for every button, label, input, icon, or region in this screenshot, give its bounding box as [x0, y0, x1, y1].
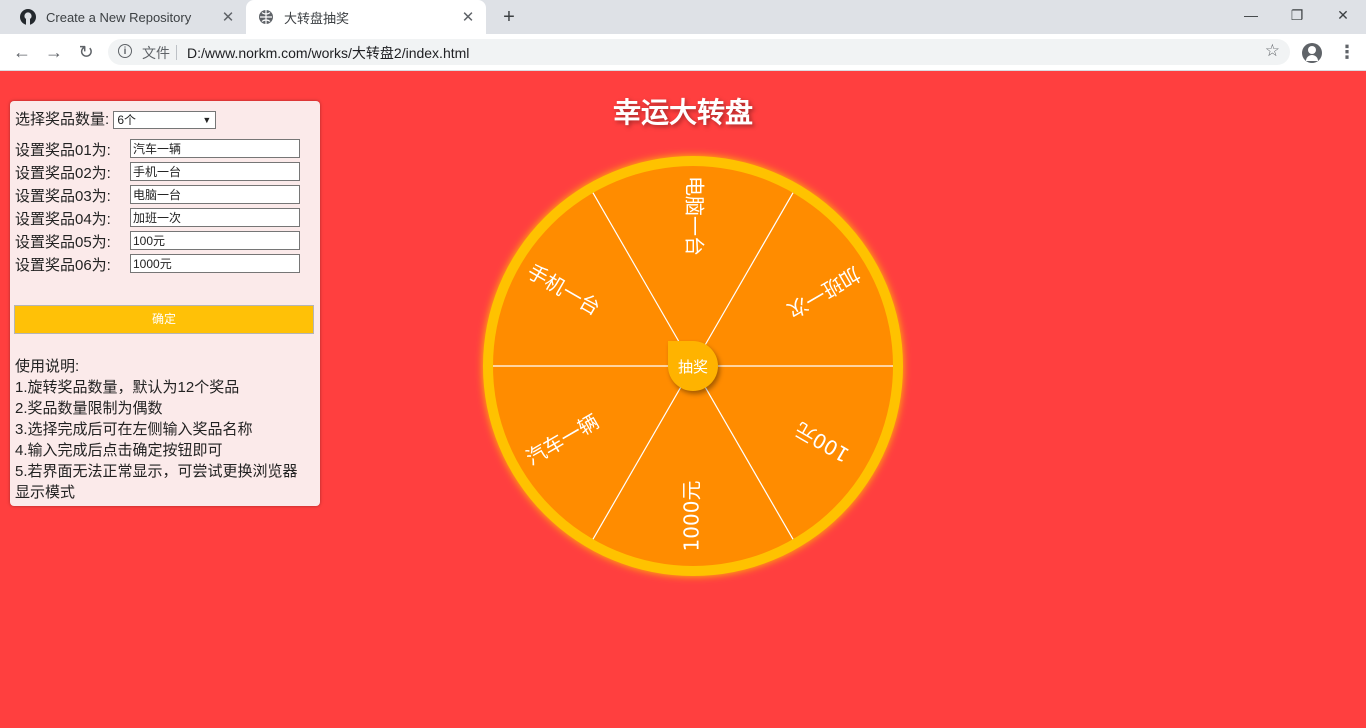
prize-input[interactable]: 汽车一辆 — [130, 139, 300, 158]
prize-count-row: 选择奖品数量: 6个 ▼ — [15, 108, 217, 130]
back-icon[interactable]: ← — [10, 40, 34, 64]
divider — [176, 45, 177, 60]
prize-row-03: 设置奖品03为: 电脑一台 — [15, 185, 300, 206]
settings-panel: 选择奖品数量: 6个 ▼ 设置奖品01为: 汽车一辆 设置奖品02为: 手机一台… — [10, 101, 320, 506]
restore-icon[interactable]: ❐ — [1274, 0, 1320, 30]
prize-row-01: 设置奖品01为: 汽车一辆 — [15, 139, 300, 160]
menu-icon[interactable]: ⋮ — [1338, 41, 1356, 65]
close-window-icon[interactable]: ✕ — [1320, 0, 1366, 30]
prize-input[interactable]: 1000元 — [130, 254, 300, 273]
instruction-item: 5.若界面无法正常显示，可尝试更换浏览器显示模式 — [15, 463, 298, 501]
instruction-item: 1.旋转奖品数量，默认为12个奖品 — [15, 379, 240, 396]
dropdown-arrow-icon: ▼ — [202, 115, 212, 126]
prize-row-04: 设置奖品04为: 加班一次 — [15, 208, 300, 229]
prize-row-05: 设置奖品05为: 100元 — [15, 231, 300, 252]
info-icon[interactable]: i — [118, 44, 132, 58]
prize-label: 设置奖品01为: — [15, 142, 111, 159]
browser-toolbar: ← → ↻ i 文件 D:/www.norkm.com/works/大转盘2/i… — [0, 34, 1366, 71]
prize-row-02: 设置奖品02为: 手机一台 — [15, 162, 300, 183]
prize-count-select[interactable]: 6个 ▼ — [113, 111, 217, 130]
globe-icon — [259, 10, 273, 24]
github-icon — [20, 9, 36, 25]
prize-row-06: 设置奖品06为: 1000元 — [15, 254, 300, 275]
instruction-item: 3.选择完成后可在左侧输入奖品名称 — [15, 421, 253, 438]
prize-input[interactable]: 手机一台 — [130, 162, 300, 181]
prize-input[interactable]: 100元 — [130, 231, 300, 250]
url-text[interactable]: D:/www.norkm.com/works/大转盘2/index.html — [187, 43, 469, 63]
prize-label: 设置奖品02为: — [15, 165, 111, 182]
tab-title: Create a New Repository — [46, 9, 192, 25]
prize-label: 设置奖品05为: — [15, 234, 111, 251]
prize-label: 设置奖品04为: — [15, 211, 111, 228]
new-tab-icon[interactable]: + — [498, 6, 520, 28]
reload-icon[interactable]: ↻ — [74, 40, 98, 64]
minimize-icon[interactable]: — — [1228, 0, 1274, 30]
prize-label: 设置奖品06为: — [15, 257, 111, 274]
tab-strip: Create a New Repository ✕ 大转盘抽奖 ✕ + — ❐ … — [0, 0, 1366, 34]
page-title: 幸运大转盘 — [612, 97, 753, 128]
wheel-segment-label: 1000元 — [680, 481, 704, 552]
prize-input[interactable]: 电脑一台 — [130, 185, 300, 204]
instruction-item: 2.奖品数量限制为偶数 — [15, 400, 163, 417]
wheel-segment-label: 电脑一台 — [683, 176, 707, 256]
tab-lucky-wheel[interactable]: 大转盘抽奖 ✕ — [246, 0, 486, 34]
prize-count-value: 6个 — [117, 113, 137, 128]
instruction-item: 4.输入完成后点击确定按钮即可 — [15, 442, 223, 459]
tab-title: 大转盘抽奖 — [284, 10, 350, 26]
close-icon[interactable]: ✕ — [460, 8, 476, 26]
draw-button-label[interactable]: 抽奖 — [668, 356, 718, 377]
account-icon[interactable] — [1302, 43, 1322, 63]
prize-input[interactable]: 加班一次 — [130, 208, 300, 227]
instructions-title: 使用说明: — [15, 358, 80, 375]
prize-count-label: 选择奖品数量: — [15, 111, 110, 128]
scheme-label: 文件 — [142, 45, 170, 61]
bookmark-star-icon[interactable]: ☆ — [1265, 41, 1280, 61]
address-bar[interactable]: i 文件 D:/www.norkm.com/works/大转盘2/index.h… — [108, 39, 1290, 65]
close-icon[interactable]: ✕ — [220, 8, 236, 26]
confirm-button[interactable]: 确定 — [14, 305, 314, 334]
instructions: 使用说明: 1.旋转奖品数量，默认为12个奖品 2.奖品数量限制为偶数 3.选择… — [15, 356, 310, 503]
forward-icon[interactable]: → — [42, 40, 66, 64]
tab-create-repository[interactable]: Create a New Repository ✕ — [8, 0, 246, 34]
prize-label: 设置奖品03为: — [15, 188, 111, 205]
